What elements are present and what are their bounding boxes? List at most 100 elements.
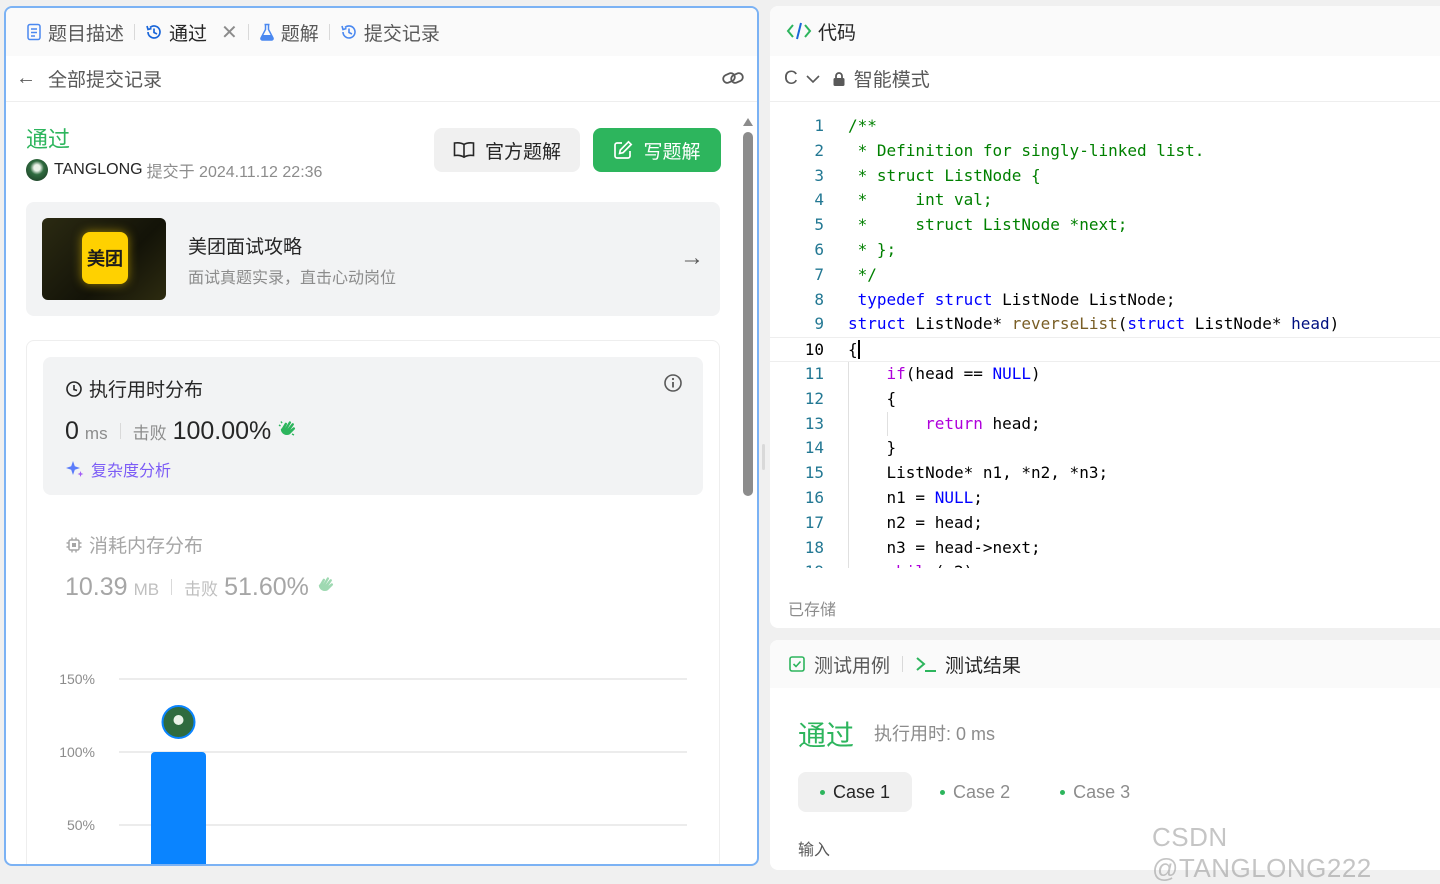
- runtime-distribution-chart[interactable]: 150% 100% 50%: [27, 641, 717, 866]
- line-number: 1: [814, 116, 824, 135]
- code-line[interactable]: 4 * int val;: [770, 188, 1440, 213]
- text-cursor: [858, 340, 860, 360]
- code-line[interactable]: 1 /**: [770, 114, 1440, 139]
- complexity-analysis-link[interactable]: 复杂度分析: [65, 457, 171, 481]
- result-time: 执行用时: 0 ms: [874, 724, 996, 744]
- runtime-box[interactable]: 执行用时分布 0 ms 击败 100.00% 复杂度分析: [43, 357, 703, 495]
- tab-testcase[interactable]: 测试用例: [788, 651, 890, 678]
- code-editor[interactable]: 1 /** 2 * Definition for singly-linked lis…: [770, 114, 1440, 568]
- tab-description[interactable]: 题目描述: [18, 8, 132, 56]
- history-icon: [146, 25, 161, 39]
- write-solution-button[interactable]: 写题解: [593, 128, 721, 172]
- code-text: while(n2): [848, 560, 974, 568]
- divider: [171, 579, 173, 595]
- smart-mode[interactable]: 智能模式: [832, 65, 930, 92]
- code-line[interactable]: 11 if(head == NULL): [770, 362, 1440, 387]
- code-line[interactable]: 17 n2 = head;: [770, 511, 1440, 536]
- code-line[interactable]: 14 }: [770, 436, 1440, 461]
- case-tabs: Case 1 Case 2 Case 3: [798, 772, 1158, 812]
- submission-status: 通过: [26, 127, 71, 152]
- case-label: Case 1: [833, 781, 891, 802]
- avatar[interactable]: [26, 159, 48, 181]
- terminal-icon: [916, 657, 937, 672]
- code-line[interactable]: 7 */: [770, 263, 1440, 288]
- code-line[interactable]: 16 n1 = NULL;: [770, 486, 1440, 511]
- code-title: 代码: [818, 22, 857, 44]
- tab-divider: [134, 24, 136, 40]
- back-bar-label[interactable]: 全部提交记录: [48, 65, 162, 92]
- tab-solutions[interactable]: 题解: [251, 8, 327, 56]
- memory-beat-label: 击败: [184, 580, 219, 599]
- runtime-title: 执行用时分布: [65, 375, 203, 402]
- tab-test-result-label: 测试结果: [945, 655, 1022, 677]
- code-line[interactable]: 8 typedef struct ListNode ListNode;: [770, 288, 1440, 313]
- code-line[interactable]: 9 struct ListNode* reverseList(struct Lis…: [770, 312, 1440, 337]
- arrow-right-icon[interactable]: →: [680, 244, 704, 272]
- memory-value: 10.39 MB 击败 51.60%: [65, 573, 337, 602]
- meituan-logo: 美团: [82, 232, 128, 284]
- submission-user[interactable]: TANGLONG: [54, 161, 143, 179]
- line-number: 3: [814, 165, 824, 185]
- y-tick-label: 150%: [59, 671, 95, 687]
- lock-icon: [833, 71, 845, 86]
- promo-card[interactable]: 美团 美团面试攻略 面试真题实录，直击心动岗位 →: [26, 202, 720, 316]
- line-number: 12: [804, 388, 824, 408]
- avatar-marker[interactable]: [161, 705, 196, 739]
- code-line[interactable]: 15 ListNode* n1, *n2, *n3;: [770, 461, 1440, 486]
- write-solution-label: 写题解: [643, 141, 701, 163]
- line-number: 7: [814, 264, 824, 284]
- history-icon: [341, 25, 356, 39]
- close-icon[interactable]: ✕: [221, 20, 238, 45]
- arrow-left-icon[interactable]: ←: [16, 67, 36, 90]
- scrollbar-thumb[interactable]: [743, 132, 753, 496]
- left-scrollbar[interactable]: [743, 118, 753, 864]
- code-text: n2 = head;: [848, 512, 983, 532]
- tab-accepted[interactable]: 通过 ✕: [137, 8, 246, 56]
- code-text: struct ListNode* reverseList(struct List…: [848, 314, 1340, 334]
- code-line[interactable]: 12 {: [770, 387, 1440, 412]
- bar[interactable]: [151, 752, 206, 866]
- chevron-down-icon: [806, 74, 820, 83]
- memory-title[interactable]: 消耗内存分布: [65, 531, 203, 558]
- code-text: }: [848, 438, 897, 458]
- description-icon: [27, 23, 41, 41]
- code-text: return head;: [925, 413, 1041, 433]
- sparkle-icon: [66, 461, 84, 477]
- runtime-number: 0: [65, 417, 79, 445]
- line-number: 8: [814, 289, 824, 309]
- code-line[interactable]: 2 * Definition for singly-linked list.: [770, 139, 1440, 164]
- tab-submissions[interactable]: 提交记录: [332, 8, 448, 56]
- line-number: 6: [814, 240, 824, 259]
- edit-icon: [614, 140, 633, 159]
- back-bar: ← 全部提交记录: [6, 56, 757, 102]
- code-text: * struct ListNode *next;: [848, 215, 1128, 235]
- tab-accepted-label: 通过: [169, 23, 208, 45]
- code-line[interactable]: 5 * struct ListNode *next;: [770, 213, 1440, 238]
- tab-divider: [902, 656, 904, 672]
- case-tab-3[interactable]: Case 3: [1038, 772, 1152, 812]
- code-line[interactable]: 3 * struct ListNode {: [770, 164, 1440, 189]
- language-select[interactable]: C: [784, 68, 820, 90]
- line-number: 19: [790, 560, 824, 568]
- scroll-up-arrow-icon[interactable]: [743, 118, 753, 126]
- memory-number: 10.39: [65, 573, 128, 601]
- case-tab-1[interactable]: Case 1: [798, 772, 913, 812]
- indent-guide: [887, 411, 888, 437]
- code-line[interactable]: 10 {: [770, 337, 1440, 362]
- code-line[interactable]: 13 return head;: [770, 412, 1440, 437]
- smart-mode-label: 智能模式: [853, 70, 930, 91]
- link-icon[interactable]: [721, 68, 745, 94]
- tab-test-result[interactable]: 测试结果: [915, 651, 1021, 678]
- official-solution-button[interactable]: 官方题解: [434, 128, 580, 172]
- code-text: ListNode* n1, *n2, *n3;: [848, 463, 1109, 483]
- code-text: * int val;: [848, 190, 993, 210]
- code-line[interactable]: 19 while(n2): [770, 560, 1440, 568]
- code-line[interactable]: 6 * };: [770, 238, 1440, 263]
- panel-resize-handle[interactable]: [762, 444, 765, 470]
- complexity-label: 复杂度分析: [91, 463, 172, 480]
- stats-card: 执行用时分布 0 ms 击败 100.00% 复杂度分析 消耗内存分布 10.3…: [26, 340, 720, 866]
- info-icon[interactable]: [663, 373, 683, 398]
- watermark: CSDN @TANGLONG222: [1152, 822, 1372, 883]
- code-line[interactable]: 18 n3 = head->next;: [770, 536, 1440, 561]
- case-tab-2[interactable]: Case 2: [918, 772, 1032, 812]
